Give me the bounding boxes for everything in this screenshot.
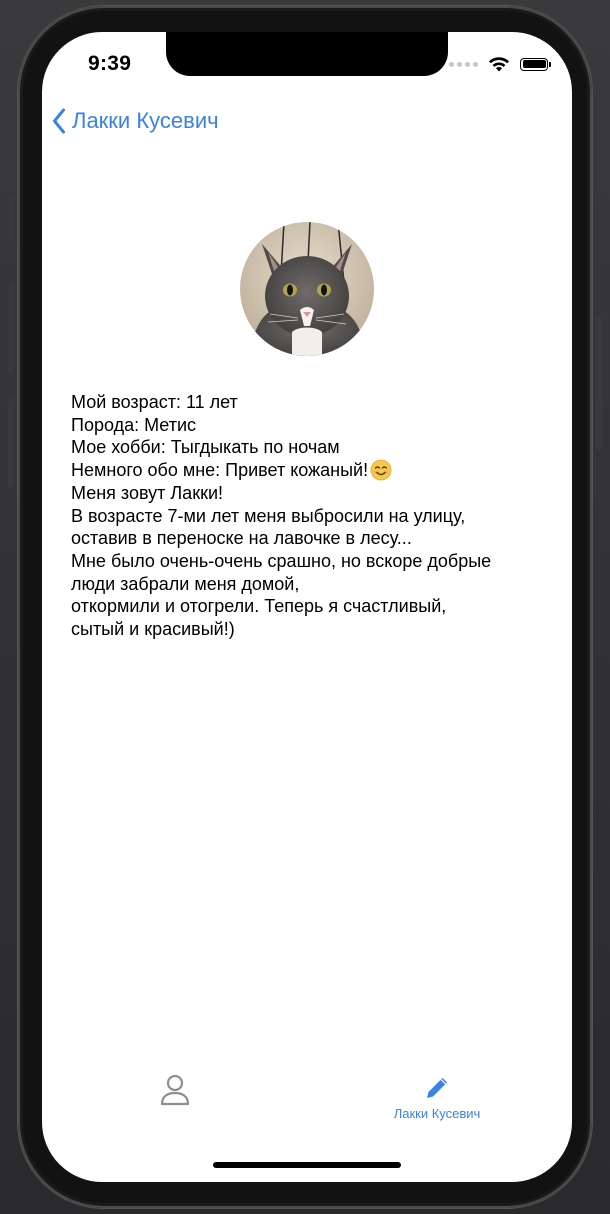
bio-line-hobby: Мое хобби: Тыгдыкать по ночам — [71, 437, 340, 458]
bio-line-story-4: люди забрали меня домой, — [71, 573, 300, 594]
bio-line-story-1: В возрасте 7-ми лет меня выбросили на ул… — [71, 505, 466, 526]
home-indicator[interactable] — [213, 1162, 401, 1168]
bio-line-story-3: Мне было очень-очень срашно, но вскоре д… — [71, 550, 492, 571]
pencil-icon — [427, 1078, 447, 1098]
tab-bar: Лакки Кусевич — [42, 1074, 572, 1144]
bio-line-story-5: откормили и отогрели. Теперь я счастливы… — [71, 596, 447, 617]
tab-edit-label: Лакки Кусевич — [393, 1106, 481, 1121]
mute-switch — [8, 196, 14, 240]
cat-avatar-photo[interactable] — [240, 222, 374, 356]
volume-down-button — [8, 398, 14, 488]
bio-line-breed: Порода: Метис — [71, 414, 196, 435]
smiling-face-emoji — [370, 460, 392, 481]
cellular-signal-icon — [449, 61, 478, 67]
notch — [166, 32, 448, 76]
wifi-icon — [489, 57, 509, 72]
power-button — [596, 316, 602, 450]
chevron-left-icon — [53, 108, 65, 134]
tab-edit-profile[interactable]: Лакки Кусевич — [372, 1074, 502, 1121]
status-time: 9:39 — [88, 52, 132, 75]
back-button[interactable]: Лакки Кусевич — [52, 108, 219, 134]
app-screen: 9:39 Лакки Кусевич Мой возраст: 11 лет П… — [42, 32, 572, 1182]
volume-up-button — [8, 284, 14, 374]
bio-line-name: Меня зовут Лакки! — [71, 482, 223, 503]
battery-icon — [520, 57, 551, 71]
status-icons — [449, 56, 551, 72]
bio-line-story-2: оставив в переноске на лавочке в лесу... — [71, 528, 412, 549]
pet-bio: Мой возраст: 11 лет Порода: Метис Мое хо… — [71, 391, 551, 641]
bio-line-age: Мой возраст: 11 лет — [71, 392, 238, 412]
tab-profile[interactable] — [140, 1074, 210, 1106]
bio-line-about: Немного обо мне: Привет кожаный! — [71, 459, 551, 482]
bio-line-story-6: сытый и красивый!) — [71, 619, 235, 640]
back-button-label: Лакки Кусевич — [72, 108, 219, 133]
bio-about-text: Немного обо мне: Привет кожаный! — [71, 460, 369, 481]
person-icon — [160, 1074, 190, 1106]
device-background: 9:39 Лакки Кусевич Мой возраст: 11 лет П… — [0, 0, 610, 1214]
